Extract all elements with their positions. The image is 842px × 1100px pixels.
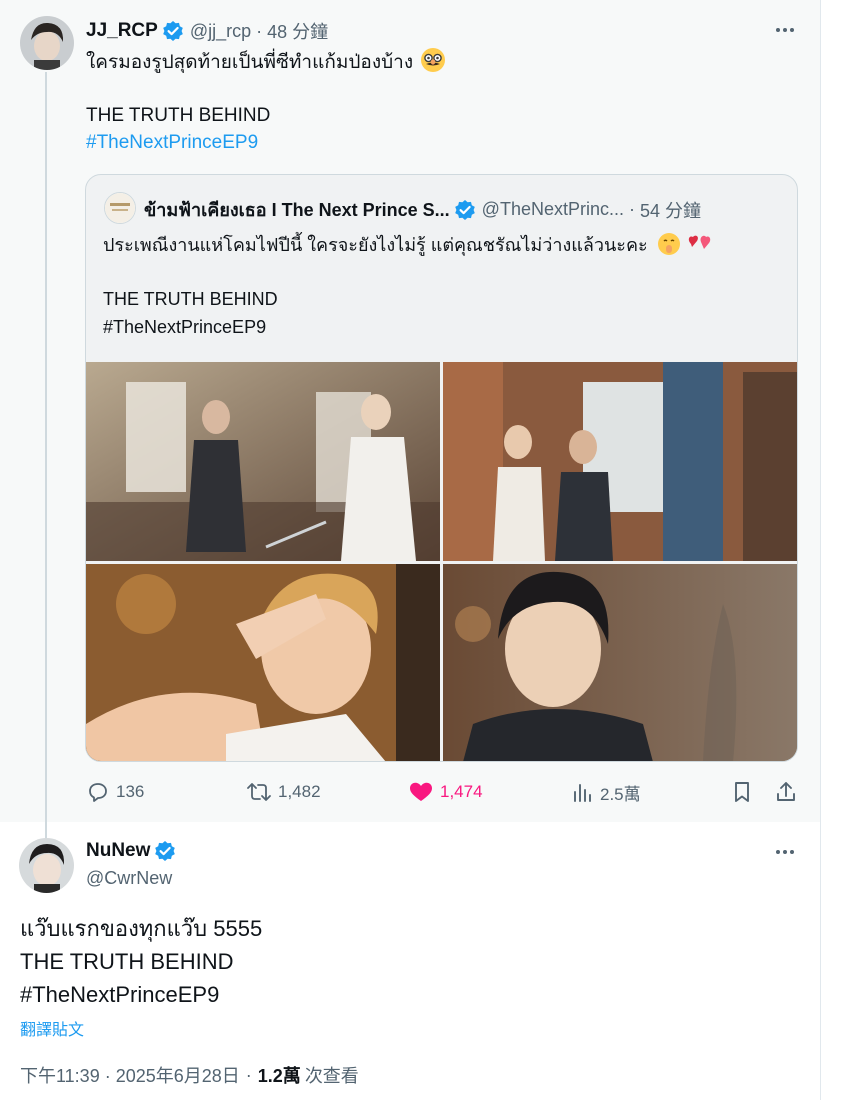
avatar[interactable] <box>20 16 74 70</box>
photo-4[interactable] <box>443 564 797 761</box>
bookmark-button[interactable] <box>730 780 754 804</box>
views-count: 2.5萬 <box>600 785 641 804</box>
handle[interactable]: @jj_rcp <box>190 21 251 42</box>
tweet-text: ใครมองรูปสุดท้ายเป็นพี่ซีทำแก้มป่องบ้าง <box>86 52 414 73</box>
more-options-button[interactable] <box>770 18 800 42</box>
quoted-text: ประเพณีงานแห่โคมไฟปีนี้ ใครจะยังไงไม่รู้… <box>103 235 648 255</box>
tweet-meta: 下午11:39 · 2025年6月28日 · 1.2萬 次查看 <box>20 1062 359 1088</box>
handle[interactable]: @CwrNew <box>86 868 172 889</box>
views-label: 次查看 <box>304 1066 359 1086</box>
avatar[interactable] <box>19 838 74 893</box>
repost-count: 1,482 <box>278 782 321 801</box>
repost-button[interactable]: 1,482 <box>246 780 321 804</box>
display-name[interactable]: JJ_RCP <box>86 20 158 42</box>
photo-3[interactable] <box>86 564 440 761</box>
quoted-handle[interactable]: @TheNextPrinc... <box>482 199 624 220</box>
media-grid <box>86 362 797 761</box>
views-button[interactable]: 2.5萬 <box>570 780 641 805</box>
reply-icon <box>86 780 110 804</box>
shushing-face-emoji-icon <box>657 232 681 262</box>
repost-icon <box>246 780 272 804</box>
two-hearts-emoji-icon <box>686 232 712 262</box>
verified-badge-icon <box>154 840 176 862</box>
hashtag-link[interactable]: #TheNextPrinceEP9 <box>20 980 219 1010</box>
bookmark-icon <box>730 780 754 804</box>
verified-badge-icon <box>454 199 476 221</box>
display-name[interactable]: NuNew <box>86 840 150 862</box>
tweet-text-line-2: THE TRUTH BEHIND <box>20 949 234 974</box>
context-tweet-header: JJ_RCP @jj_rcp · 48 分鐘 <box>86 18 328 44</box>
hashtag-link[interactable]: #TheNextPrinceEP9 <box>86 130 258 156</box>
timestamp[interactable]: 48 分鐘 <box>267 18 328 44</box>
more-options-button[interactable] <box>770 840 800 864</box>
like-button[interactable]: 1,474 <box>408 780 483 804</box>
post-timestamp[interactable]: 下午11:39 · 2025年6月28日 <box>20 1062 240 1088</box>
tweet-text-line-1: แว๊บแรกของทุกแว๊บ 5555 <box>20 916 263 941</box>
reply-count: 136 <box>116 782 145 801</box>
photo-1[interactable] <box>86 362 440 561</box>
like-count: 1,474 <box>440 782 483 801</box>
views-count: 1.2萬 <box>257 1066 301 1086</box>
quoted-text-line-3: #TheNextPrinceEP9 <box>103 317 267 337</box>
tweet-text-line-2: THE TRUTH BEHIND <box>86 105 271 126</box>
separator-dot: · <box>245 1064 252 1085</box>
tweet-text-line: ใครมองรูปสุดท้ายเป็นพี่ซีทำแก้มป่องบ้าง <box>86 47 446 81</box>
separator-dot: · <box>256 20 263 41</box>
heart-icon <box>408 780 434 804</box>
thread-connector-line <box>45 72 47 840</box>
column-border <box>820 0 821 1100</box>
verified-badge-icon <box>162 20 184 42</box>
disguised-face-emoji-icon <box>420 47 446 81</box>
quoted-tweet-header: ข้ามฟ้าเคียงเธอ I The Next Prince S... @… <box>144 195 701 224</box>
quoted-avatar[interactable] <box>104 192 136 224</box>
share-button[interactable] <box>774 780 798 804</box>
main-tweet-header: NuNew <box>86 840 176 862</box>
separator-dot: · <box>628 199 635 219</box>
quoted-display-name[interactable]: ข้ามฟ้าเคียงเธอ I The Next Prince S... <box>144 195 450 224</box>
share-icon <box>774 780 798 804</box>
quoted-tweet-card[interactable]: ข้ามฟ้าเคียงเธอ I The Next Prince S... @… <box>85 174 798 762</box>
reply-button[interactable]: 136 <box>86 780 144 804</box>
bar-chart-icon <box>570 781 594 805</box>
quoted-timestamp[interactable]: 54 分鐘 <box>640 197 701 223</box>
photo-2[interactable] <box>443 362 797 561</box>
quoted-text-line-2: THE TRUTH BEHIND <box>103 289 278 309</box>
translate-post-link[interactable]: 翻譯貼文 <box>20 1016 84 1040</box>
quoted-text-line: ประเพณีงานแห่โคมไฟปีนี้ ใครจะยังไงไม่รู้… <box>103 232 712 262</box>
